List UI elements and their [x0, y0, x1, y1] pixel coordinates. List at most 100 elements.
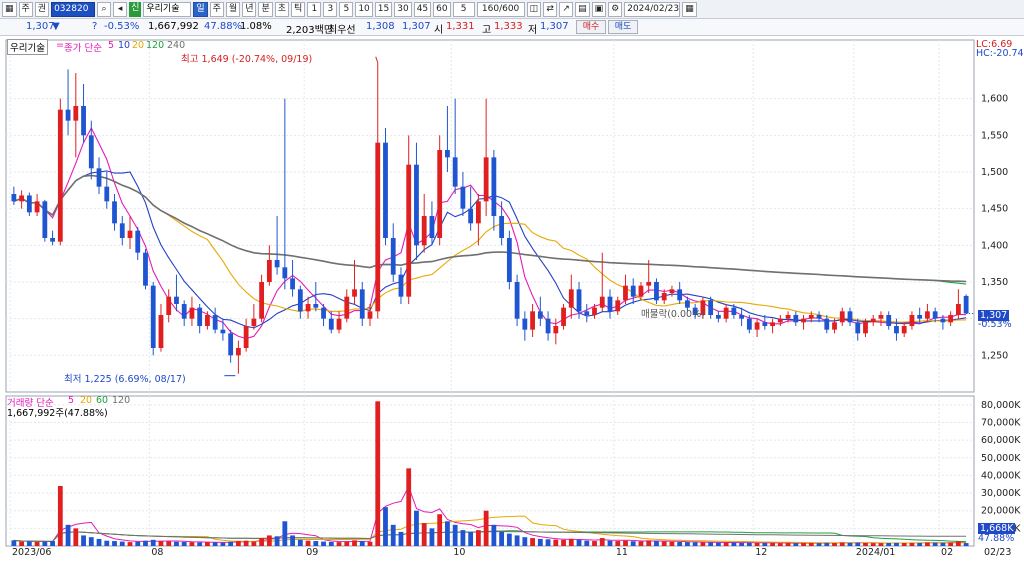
- print-icon[interactable]: ▤: [575, 1, 590, 17]
- candlestick-chart[interactable]: 1,6001,5501,5001,4501,4001,3501,3001,250…: [0, 36, 1024, 558]
- candle-body: [537, 311, 543, 319]
- volume-tick-label: 70,000K: [981, 417, 1021, 428]
- tab-period-day[interactable]: 일: [193, 1, 208, 17]
- volume-bar: [251, 541, 257, 546]
- volume-bar: [746, 542, 752, 546]
- current-change-tag: -0.53%: [978, 319, 1012, 330]
- hc-label: HC:-20.74: [976, 48, 1024, 59]
- candle-body: [321, 307, 326, 319]
- volume-tick-label: 80,000K: [981, 400, 1021, 411]
- candle-body: [739, 315, 745, 319]
- candle-body: [437, 150, 443, 238]
- candle-body: [793, 315, 799, 323]
- candle-body: [336, 318, 342, 330]
- volume-bar: [700, 542, 706, 546]
- candle-body: [166, 296, 172, 315]
- volume-bar: [266, 535, 272, 546]
- interval-5[interactable]: 5: [339, 1, 354, 17]
- main-toolbar: ▦ 주 권 032820 ⌕ ◂ 신 우리기술 일 주 월 년 분 초 틱 1 …: [0, 0, 1024, 19]
- interval-60[interactable]: 60: [433, 1, 451, 17]
- x-axis-label: 12: [755, 547, 767, 558]
- interval-select[interactable]: 5: [452, 1, 475, 17]
- interval-10[interactable]: 10: [355, 1, 373, 17]
- volume-bar: [963, 543, 969, 546]
- indicator-icon[interactable]: ↗: [559, 1, 574, 17]
- interval-45[interactable]: 45: [413, 1, 432, 17]
- calendar-icon[interactable]: ▦: [682, 1, 697, 17]
- low-label: 저: [528, 25, 538, 36]
- candle-body: [894, 326, 899, 334]
- candle-body: [770, 322, 775, 326]
- candle-body: [777, 318, 783, 323]
- tab-period-year[interactable]: 년: [242, 1, 257, 17]
- candle-body: [475, 201, 481, 224]
- candle-body: [406, 164, 412, 297]
- volume-bar: [925, 542, 930, 546]
- sell-button[interactable]: 매도: [608, 20, 638, 34]
- toolbar-btn-rights[interactable]: 권: [34, 1, 50, 17]
- volume-bar: [468, 531, 474, 546]
- volume-bar: [615, 541, 621, 546]
- tab-period-minute[interactable]: 분: [258, 1, 273, 17]
- candle-body: [375, 142, 381, 312]
- compare-icon[interactable]: ⇄: [543, 1, 558, 17]
- interval-1[interactable]: 1: [307, 1, 322, 17]
- tab-period-month[interactable]: 월: [225, 1, 241, 17]
- price-change: ?: [92, 21, 98, 32]
- candle-body: [352, 289, 357, 297]
- settings-gear-icon[interactable]: ⚙: [608, 1, 623, 17]
- x-axis-label: 09: [306, 547, 318, 558]
- buy-button[interactable]: 매수: [576, 20, 606, 34]
- volume-bar: [212, 542, 218, 546]
- interval-3[interactable]: 3: [323, 1, 338, 17]
- candle-body: [646, 282, 652, 286]
- volume-bar: [545, 539, 551, 546]
- chart-type-icon[interactable]: ◫: [526, 1, 542, 17]
- tab-period-tick[interactable]: 틱: [291, 1, 306, 17]
- volume-bar: [607, 540, 613, 546]
- date-input[interactable]: 2024/02/23: [624, 1, 681, 17]
- history-back-icon[interactable]: ◂: [113, 1, 128, 17]
- candle-body: [785, 315, 791, 319]
- candle-body: [282, 267, 288, 279]
- tab-period-week[interactable]: 주: [209, 1, 224, 17]
- volume-bar: [808, 543, 814, 546]
- stock-name-field[interactable]: 우리기술: [143, 1, 192, 17]
- save-icon[interactable]: ▣: [591, 1, 607, 17]
- volume-bar: [855, 542, 861, 546]
- candle-body: [359, 289, 365, 319]
- best-ask: 1,307: [402, 21, 431, 32]
- volume-bar: [421, 523, 427, 546]
- interval-15[interactable]: 15: [374, 1, 393, 17]
- volume-bar: [143, 540, 148, 546]
- candle-body: [483, 157, 489, 202]
- volume-bar: [785, 543, 791, 546]
- max-marker-arrow: [375, 56, 379, 63]
- candle-body: [522, 318, 528, 330]
- count-display[interactable]: 160/600: [476, 1, 525, 17]
- volume-bar: [235, 541, 241, 546]
- candle-body: [143, 252, 148, 286]
- candle-body: [468, 208, 474, 224]
- price-ma-line-10: [13, 170, 967, 329]
- volume-bar: [398, 531, 404, 546]
- ma-period-10: 10: [118, 40, 131, 51]
- stock-code-input[interactable]: 032820: [51, 1, 96, 17]
- volume-bar: [50, 541, 55, 546]
- tab-period-second[interactable]: 초: [274, 1, 290, 17]
- stock-search-icon[interactable]: ⌕: [97, 1, 112, 17]
- layout-icon[interactable]: ▦: [2, 1, 17, 17]
- candle-body: [917, 315, 923, 319]
- interval-30[interactable]: 30: [394, 1, 412, 17]
- candle-body: [212, 315, 218, 330]
- candle-body: [205, 315, 210, 326]
- toolbar-btn-main[interactable]: 주: [18, 1, 33, 17]
- x-axis-label: 11: [616, 547, 628, 558]
- priority-label: 최우선: [328, 25, 356, 36]
- candle-body: [251, 318, 257, 326]
- price-tick-label: 1,500: [981, 167, 1008, 178]
- volume-bar: [243, 540, 249, 546]
- max-price-annotation: 최고 1,649 (-20.74%, 09/19): [181, 54, 313, 65]
- chart-area[interactable]: 1,6001,5501,5001,4501,4001,3501,3001,250…: [0, 36, 1024, 558]
- ma-period-20: 20: [132, 40, 145, 51]
